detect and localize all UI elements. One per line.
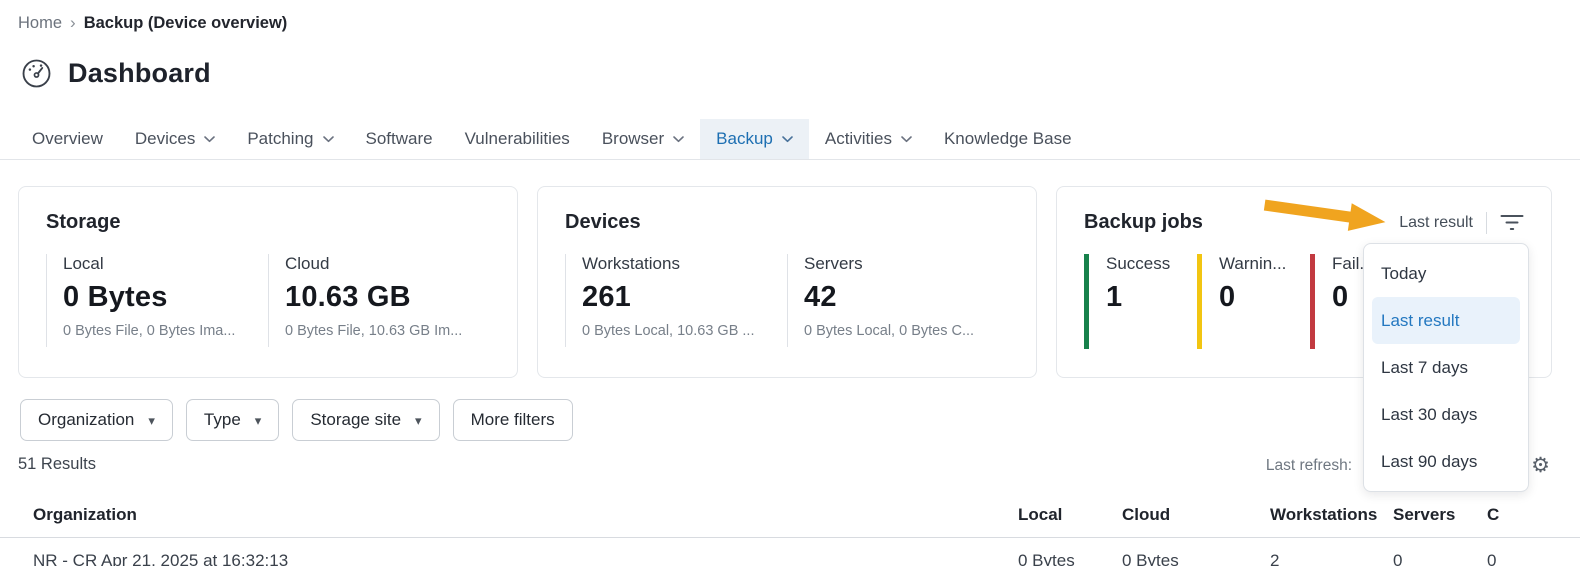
chevron-down-icon — [673, 136, 684, 143]
dropdown-item-last-7-days[interactable]: Last 7 days — [1372, 344, 1520, 391]
dashboard-gauge-icon — [20, 57, 53, 90]
tab-overview[interactable]: Overview — [16, 119, 119, 159]
column-header-servers[interactable]: Servers — [1393, 505, 1487, 525]
breadcrumb-current: Backup (Device overview) — [84, 14, 288, 33]
devices-card: Devices Workstations 261 0 Bytes Local, … — [537, 186, 1037, 378]
backup-jobs-card-title: Backup jobs — [1084, 211, 1203, 234]
breadcrumb-home-link[interactable]: Home — [18, 14, 62, 33]
time-range-value[interactable]: Last result — [1399, 214, 1473, 232]
tab-devices[interactable]: Devices — [119, 119, 231, 159]
devices-workstations-stat: Workstations 261 0 Bytes Local, 10.63 GB… — [565, 254, 787, 347]
storage-card: Storage Local 0 Bytes 0 Bytes File, 0 By… — [18, 186, 518, 378]
column-header-local[interactable]: Local — [1018, 505, 1122, 525]
table-header-row: Organization Local Cloud Workstations Se… — [0, 505, 1580, 538]
last-refresh-label: Last refresh: — [1266, 457, 1352, 475]
chevron-down-icon — [782, 136, 793, 143]
time-range-control: Last result — [1399, 212, 1524, 234]
cell-servers: 0 — [1393, 551, 1487, 566]
stat-value: 42 — [804, 281, 1009, 314]
summary-cards: Storage Local 0 Bytes 0 Bytes File, 0 By… — [18, 186, 1552, 378]
results-count: 51 Results — [18, 455, 96, 474]
results-row: 51 Results Last refresh: ⚙ — [0, 455, 1580, 481]
organization-filter-button[interactable]: Organization ▾ — [20, 399, 173, 441]
breadcrumb-separator-icon: › — [70, 13, 76, 33]
storage-local-stat: Local 0 Bytes 0 Bytes File, 0 Bytes Ima.… — [46, 254, 268, 347]
stat-value: 1 — [1106, 281, 1197, 314]
dropdown-item-today[interactable]: Today — [1372, 250, 1520, 297]
stat-value: 0 Bytes — [63, 281, 268, 314]
stat-sublabel: 0 Bytes File, 10.63 GB Im... — [285, 323, 490, 339]
tab-knowledge-base[interactable]: Knowledge Base — [928, 119, 1088, 159]
cell-c: 0 — [1487, 551, 1573, 566]
divider — [1486, 212, 1487, 234]
cell-local: 0 Bytes — [1018, 551, 1122, 566]
backup-success-stat: Success 1 — [1084, 254, 1197, 349]
storage-site-filter-button[interactable]: Storage site ▾ — [292, 399, 439, 441]
stat-value: 10.63 GB — [285, 281, 490, 314]
stat-label: Local — [63, 254, 268, 274]
stat-label: Cloud — [285, 254, 490, 274]
tab-bar: Overview Devices Patching Software Vulne… — [0, 119, 1580, 160]
stat-value: 0 — [1219, 281, 1310, 314]
chevron-down-icon — [204, 136, 215, 143]
backup-warning-stat: Warnin... 0 — [1197, 254, 1310, 349]
dropdown-item-last-90-days[interactable]: Last 90 days — [1372, 438, 1520, 485]
filter-lines-icon[interactable] — [1500, 212, 1524, 234]
page-header: Dashboard — [20, 57, 1580, 90]
column-header-workstations[interactable]: Workstations — [1270, 505, 1393, 525]
devices-servers-stat: Servers 42 0 Bytes Local, 0 Bytes C... — [787, 254, 1009, 347]
column-header-cloud[interactable]: Cloud — [1122, 505, 1270, 525]
settings-gear-icon[interactable]: ⚙ — [1531, 453, 1550, 478]
stat-value: 261 — [582, 281, 787, 314]
cell-workstations: 2 — [1270, 551, 1393, 566]
column-header-organization[interactable]: Organization — [33, 505, 1018, 525]
tab-software[interactable]: Software — [350, 119, 449, 159]
column-header-c[interactable]: C — [1487, 505, 1573, 525]
stat-sublabel: 0 Bytes Local, 0 Bytes C... — [804, 323, 1009, 339]
time-range-dropdown: Today Last result Last 7 days Last 30 da… — [1363, 243, 1529, 492]
cell-organization: NR - CR Apr 21, 2025 at 16:32:13 — [33, 551, 1018, 566]
stat-label: Warnin... — [1219, 254, 1310, 274]
storage-card-title: Storage — [46, 211, 120, 234]
tab-activities[interactable]: Activities — [809, 119, 928, 159]
dropdown-item-last-30-days[interactable]: Last 30 days — [1372, 391, 1520, 438]
cell-cloud: 0 Bytes — [1122, 551, 1270, 566]
backup-dashboard-page: { "breadcrumb": { "home": "Home", "separ… — [0, 0, 1580, 566]
stat-label: Servers — [804, 254, 1009, 274]
more-filters-button[interactable]: More filters — [453, 399, 573, 441]
devices-card-title: Devices — [565, 211, 641, 234]
tab-browser[interactable]: Browser — [586, 119, 700, 159]
filter-bar: Organization ▾ Type ▾ Storage site ▾ Mor… — [20, 399, 1580, 441]
dropdown-triangle-icon: ▾ — [255, 414, 262, 427]
page-title: Dashboard — [68, 58, 211, 89]
stat-label: Workstations — [582, 254, 787, 274]
breadcrumb: Home › Backup (Device overview) — [0, 0, 1580, 33]
dropdown-triangle-icon: ▾ — [148, 414, 155, 427]
storage-cloud-stat: Cloud 10.63 GB 0 Bytes File, 10.63 GB Im… — [268, 254, 490, 347]
dropdown-item-last-result[interactable]: Last result — [1372, 297, 1520, 344]
tab-vulnerabilities[interactable]: Vulnerabilities — [449, 119, 586, 159]
tab-patching[interactable]: Patching — [231, 119, 349, 159]
chevron-down-icon — [323, 136, 334, 143]
tab-backup[interactable]: Backup — [700, 119, 809, 159]
type-filter-button[interactable]: Type ▾ — [186, 399, 279, 441]
stat-label: Success — [1106, 254, 1197, 274]
table-row[interactable]: NR - CR Apr 21, 2025 at 16:32:13 0 Bytes… — [0, 538, 1580, 566]
stat-sublabel: 0 Bytes File, 0 Bytes Ima... — [63, 323, 268, 339]
stat-sublabel: 0 Bytes Local, 10.63 GB ... — [582, 323, 787, 339]
chevron-down-icon — [901, 136, 912, 143]
results-table: Organization Local Cloud Workstations Se… — [0, 505, 1580, 566]
dropdown-triangle-icon: ▾ — [415, 414, 422, 427]
